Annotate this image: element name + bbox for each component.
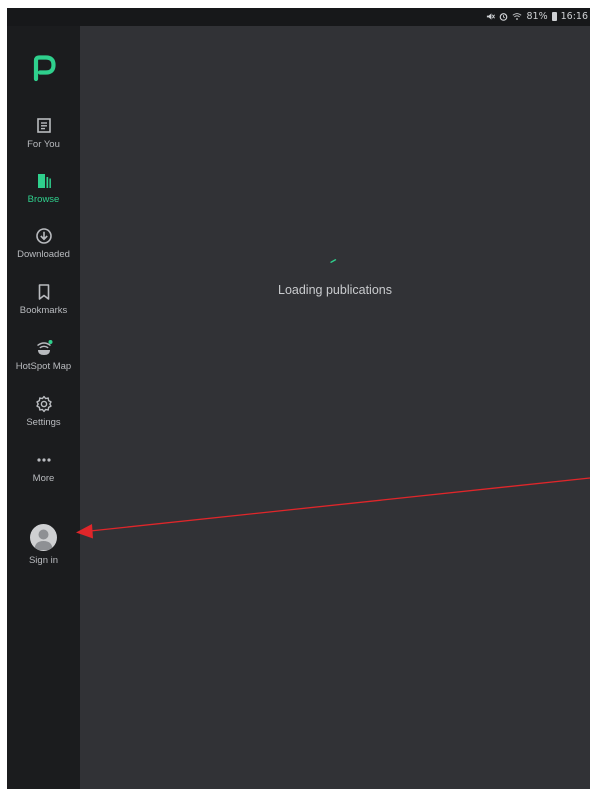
sidebar: For You Browse Downloaded Bookmarks HotS… [7,26,80,789]
nav-label-settings: Settings [26,417,61,428]
nav-label-hotspot-map: HotSpot Map [15,361,72,372]
nav-item-hotspot-map[interactable]: HotSpot Map [7,338,80,386]
status-time: 16:16 [560,11,588,22]
article-icon [36,118,51,133]
nav-label-for-you: For You [27,139,60,150]
p-logo-icon[interactable] [31,54,57,82]
nav-item-browse[interactable]: Browse [7,171,80,219]
gear-icon [35,395,52,413]
mute-icon [487,13,496,20]
nav-item-more[interactable]: More [7,450,80,498]
battery-percent: 81% [526,11,548,22]
nav-item-settings[interactable]: Settings [7,394,80,442]
nav-label-browse: Browse [27,194,60,205]
loading-message: Loading publications [278,283,392,297]
loading-spinner-icon [330,259,337,263]
status-icons: 81% 16:16 [486,11,588,22]
sign-in-button[interactable]: Sign in [7,524,80,576]
download-icon [35,228,52,244]
avatar-icon [30,524,57,551]
battery-icon [551,12,557,21]
browse-icon [37,174,51,188]
wifi-icon [513,13,522,20]
bookmark-icon [38,284,49,300]
device-screen: 81% 16:16 For You Browse Downloaded Book… [7,8,590,789]
nav-item-for-you[interactable]: For You [7,116,80,164]
status-bar: 81% 16:16 [7,8,590,26]
nav-label-bookmarks: Bookmarks [19,305,68,316]
nav-item-bookmarks[interactable]: Bookmarks [7,282,80,330]
alarm-icon [500,13,508,21]
nav-label-sign-in: Sign in [28,555,59,566]
main-content: Loading publications [80,26,590,789]
more-icon [36,458,51,462]
nav-label-downloaded: Downloaded [17,249,70,260]
nav-label-more: More [32,473,55,484]
hotspot-icon [36,340,52,355]
nav-item-downloaded[interactable]: Downloaded [7,226,80,274]
